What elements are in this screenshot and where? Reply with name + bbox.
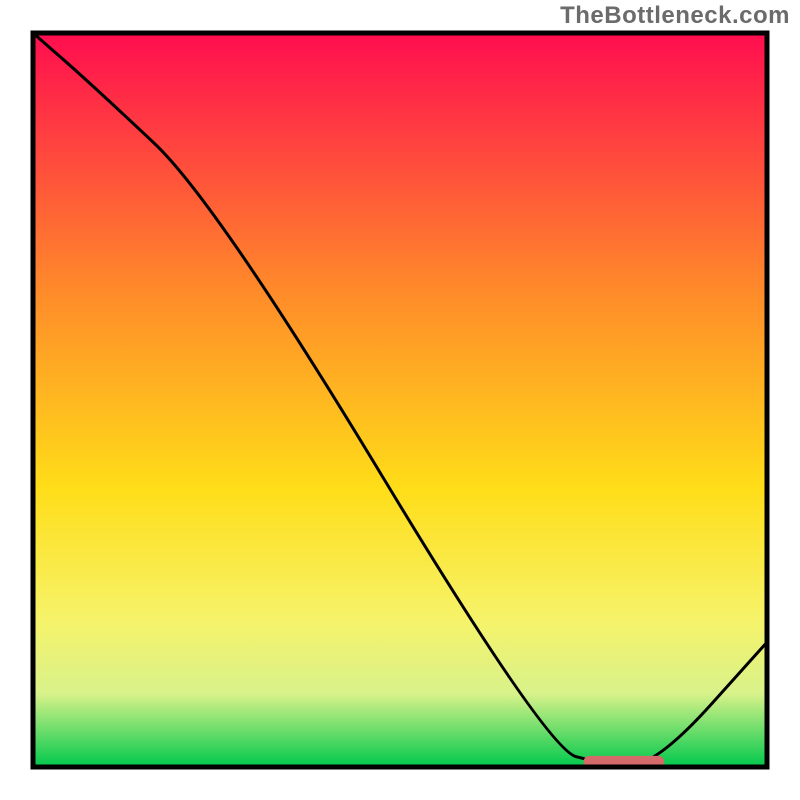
chart-container: { "watermark": "TheBottleneck.com", "cha…	[0, 0, 800, 800]
bottleneck-chart	[0, 0, 800, 800]
plot-background	[33, 33, 767, 767]
watermark-text: TheBottleneck.com	[560, 2, 790, 30]
